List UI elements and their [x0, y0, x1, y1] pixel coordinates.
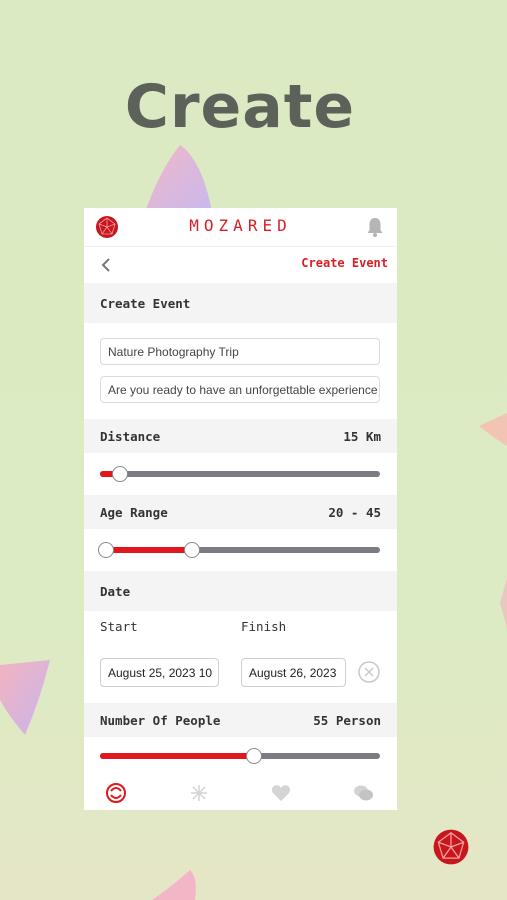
date-header: Date — [84, 571, 397, 611]
distance-label: Distance — [100, 428, 161, 444]
age-range-label: Age Range — [100, 504, 168, 520]
hero-title: Create — [124, 72, 356, 142]
date-label: Date — [100, 583, 131, 599]
app-header: MOZARED — [84, 208, 397, 247]
date-fields: Start Finish August 25, 2023 10 August 2… — [84, 611, 397, 703]
home-icon[interactable] — [105, 782, 127, 804]
bottom-tab-bar — [84, 776, 397, 810]
distance-value: 15 Km — [343, 428, 381, 444]
nav-row: Create Event — [84, 247, 397, 283]
back-arrow-icon[interactable] — [98, 257, 114, 273]
age-fill — [106, 547, 192, 553]
brand-name: MOZARED — [189, 216, 292, 235]
people-fill — [100, 753, 254, 759]
distance-slider[interactable] — [84, 453, 397, 495]
people-slider[interactable] — [84, 737, 397, 777]
section-title: Create Event — [100, 295, 191, 311]
event-description-input[interactable]: Are you ready to have an unforgettable e… — [100, 376, 380, 403]
create-event-header: Create Event — [84, 283, 397, 323]
finish-label: Finish — [241, 619, 287, 634]
event-details: Nature Photography Trip Are you ready to… — [84, 323, 397, 419]
page-title: Create Event — [301, 256, 388, 270]
people-knob[interactable] — [246, 748, 262, 764]
age-min-knob[interactable] — [98, 542, 114, 558]
event-name-input[interactable]: Nature Photography Trip — [100, 338, 380, 365]
age-range-slider[interactable] — [84, 529, 397, 571]
explore-icon[interactable] — [188, 782, 210, 804]
app-screen: MOZARED Create Event Create Event Nature… — [84, 208, 397, 810]
chat-icon[interactable] — [352, 782, 374, 804]
start-label: Start — [100, 619, 138, 634]
people-value: 55 Person — [313, 712, 381, 728]
bell-icon[interactable] — [365, 216, 385, 238]
decorative-blob — [0, 660, 50, 735]
decorative-blob — [479, 413, 507, 446]
clear-date-icon[interactable] — [358, 661, 380, 683]
decorative-blob — [152, 870, 196, 900]
age-max-knob[interactable] — [184, 542, 200, 558]
age-range-header: Age Range 20 - 45 — [84, 495, 397, 529]
distance-header: Distance 15 Km — [84, 419, 397, 453]
heart-icon[interactable] — [270, 782, 292, 804]
people-label: Number Of People — [100, 712, 221, 728]
age-range-value: 20 - 45 — [328, 504, 381, 520]
people-header: Number Of People 55 Person — [84, 703, 397, 737]
corner-logo-icon — [433, 829, 469, 865]
finish-date-input[interactable]: August 26, 2023 — [241, 658, 346, 687]
distance-knob[interactable] — [111, 466, 128, 482]
distance-track — [100, 471, 380, 477]
start-date-input[interactable]: August 25, 2023 10 — [100, 658, 219, 687]
decorative-blob — [500, 578, 507, 628]
